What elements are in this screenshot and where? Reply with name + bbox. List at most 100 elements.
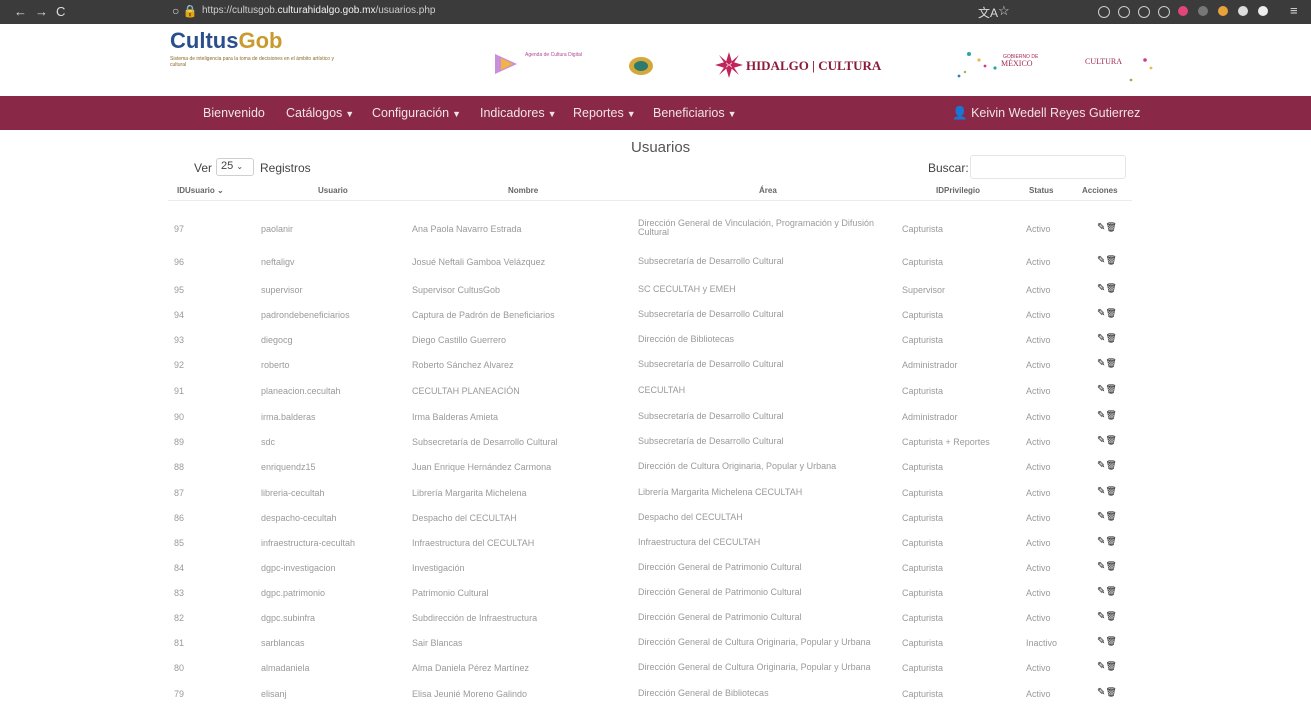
cell-idusuario: 85 (174, 538, 185, 548)
row-actions: ✎🗑 (1097, 410, 1117, 421)
row-actions: ✎🗑 (1097, 384, 1117, 395)
cell-idprivilegio: Capturista (902, 513, 944, 523)
delete-trash-icon[interactable]: 🗑 (1105, 435, 1116, 445)
edit-pencil-icon[interactable]: ✎ (1097, 687, 1105, 698)
pocket-icon[interactable] (1098, 6, 1110, 18)
cell-status: Activo (1026, 462, 1051, 472)
browser-nav-icons[interactable]: ←→C (14, 4, 73, 19)
delete-trash-icon[interactable]: 🗑 (1105, 561, 1116, 571)
nav-reportes[interactable]: Reportes ▼ (573, 106, 636, 120)
delete-trash-icon[interactable]: 🗑 (1105, 410, 1116, 420)
download-icon[interactable] (1118, 6, 1130, 18)
cell-status: Activo (1026, 613, 1051, 623)
delete-trash-icon[interactable]: 🗑 (1105, 222, 1116, 232)
caret-down-icon: ▼ (547, 109, 557, 119)
nav-catalogos[interactable]: Catálogos ▼ (286, 106, 354, 120)
cell-status: Activo (1026, 538, 1051, 548)
delete-trash-icon[interactable]: 🗑 (1105, 687, 1116, 697)
cell-area: Dirección General de Patrimonio Cultural (638, 562, 802, 572)
cell-nombre: Elisa Jeunié Moreno Galindo (412, 689, 528, 699)
bookmark-star-icon[interactable]: ☆ (998, 3, 1010, 19)
cell-usuario: dgpc.patrimonio (261, 588, 326, 598)
cell-status: Inactivo (1026, 638, 1058, 648)
delete-trash-icon[interactable]: 🗑 (1105, 611, 1116, 621)
row-actions: ✎🗑 (1097, 636, 1117, 647)
th-acciones: Acciones (1082, 186, 1118, 195)
th-area[interactable]: Área (759, 186, 777, 195)
delete-trash-icon[interactable]: 🗑 (1105, 333, 1116, 343)
cell-idprivilegio: Capturista (902, 538, 944, 548)
delete-trash-icon[interactable]: 🗑 (1105, 636, 1116, 646)
delete-trash-icon[interactable]: 🗑 (1105, 255, 1116, 265)
table-row: 81 sarblancas Sair Blancas Dirección Genera… (0, 632, 1311, 656)
table-row: 86 despacho-cecultah Despacho del CECULTAH… (0, 507, 1311, 531)
account-icon[interactable] (1258, 6, 1268, 16)
cell-area: Subsecretaría de Desarrollo Cultural (638, 436, 784, 446)
table-row: 80 almadaniela Alma Daniela Pérez Martínez… (0, 657, 1311, 681)
delete-trash-icon[interactable]: 🗑 (1105, 486, 1116, 496)
row-actions: ✎🗑 (1097, 486, 1117, 497)
sync-icon[interactable] (1138, 6, 1150, 18)
shield-icon[interactable] (1198, 6, 1208, 16)
translate-icon[interactable]: 文A (978, 4, 998, 21)
edit-pencil-icon[interactable]: ✎ (1097, 661, 1105, 672)
cell-status: Activo (1026, 285, 1051, 295)
nav-label: Reportes (573, 106, 624, 120)
extensions-icon[interactable] (1158, 6, 1170, 18)
delete-trash-icon[interactable]: 🗑 (1105, 384, 1116, 394)
cell-usuario: despacho-cecultah (261, 513, 337, 523)
cell-idusuario: 80 (174, 663, 185, 673)
cell-status: Activo (1026, 513, 1051, 523)
delete-trash-icon[interactable]: 🗑 (1105, 511, 1116, 521)
nav-label: Bienvenido (203, 106, 265, 120)
user-menu[interactable]: 👤 Keivin Wedell Reyes Gutierrez (952, 106, 1140, 121)
cell-area: Subsecretaría de Desarrollo Cultural (638, 256, 784, 266)
cell-idusuario: 94 (174, 310, 185, 320)
delete-trash-icon[interactable]: 🗑 (1105, 283, 1116, 293)
cell-idprivilegio: Capturista (902, 488, 944, 498)
delete-trash-icon[interactable]: 🗑 (1105, 358, 1116, 368)
cell-area: Subsecretaría de Desarrollo Cultural (638, 411, 784, 421)
nav-indicadores[interactable]: Indicadores ▼ (480, 106, 557, 120)
cell-idusuario: 81 (174, 638, 185, 648)
th-idusuario[interactable]: IDUsuario ⌄ (177, 186, 224, 195)
delete-trash-icon[interactable]: 🗑 (1105, 460, 1116, 470)
ver-label: Ver (194, 161, 213, 175)
cell-idusuario: 97 (174, 224, 185, 234)
cultusgob-logo[interactable]: CultusGob (170, 28, 282, 54)
cell-area: Dirección General de Cultura Originaria,… (638, 662, 871, 672)
nav-configuracion[interactable]: Configuración ▼ (372, 106, 461, 120)
cell-area: Dirección General de Cultura Originaria,… (638, 637, 871, 647)
search-label: Buscar: (928, 161, 969, 175)
page-title: Usuarios (631, 139, 691, 156)
th-status[interactable]: Status (1029, 186, 1053, 195)
cell-area: Despacho del CECULTAH (638, 512, 743, 522)
th-nombre[interactable]: Nombre (508, 186, 538, 195)
nav-beneficiarios[interactable]: Beneficiarios ▼ (653, 106, 737, 120)
cell-nombre: Ana Paola Navarro Estrada (412, 224, 522, 234)
th-usuario[interactable]: Usuario (318, 186, 348, 195)
delete-trash-icon[interactable]: 🗑 (1105, 586, 1116, 596)
search-input[interactable] (970, 155, 1126, 179)
cell-idusuario: 84 (174, 563, 185, 573)
address-bar[interactable]: https://cultusgob.culturahidalgo.gob.mx/… (202, 5, 436, 16)
cell-area: Dirección General de Bibliotecas (638, 688, 769, 698)
extension-orange-icon[interactable] (1218, 6, 1228, 16)
cell-area: Subsecretaría de Desarrollo Cultural (638, 309, 784, 319)
cell-nombre: Supervisor CultusGob (412, 285, 501, 295)
delete-trash-icon[interactable]: 🗑 (1105, 536, 1116, 546)
row-actions: ✎🗑 (1097, 283, 1117, 294)
page-size-select[interactable]: 25 ⌄ (216, 158, 254, 176)
caret-down-icon: ▼ (727, 109, 737, 119)
cell-idusuario: 95 (174, 285, 185, 295)
extension-red-icon[interactable] (1178, 6, 1188, 16)
menu-icon[interactable]: ≡ (1290, 3, 1298, 18)
caret-down-icon: ▼ (345, 109, 355, 119)
nav-bienvenido[interactable]: Bienvenido (203, 106, 265, 120)
delete-trash-icon[interactable]: 🗑 (1105, 308, 1116, 318)
th-idprivilegio[interactable]: IDPrivilegio (936, 186, 980, 195)
profile-icon[interactable] (1238, 6, 1248, 16)
cell-area: Dirección de Bibliotecas (638, 334, 735, 344)
cell-usuario: sarblancas (261, 638, 305, 648)
delete-trash-icon[interactable]: 🗑 (1105, 661, 1116, 671)
